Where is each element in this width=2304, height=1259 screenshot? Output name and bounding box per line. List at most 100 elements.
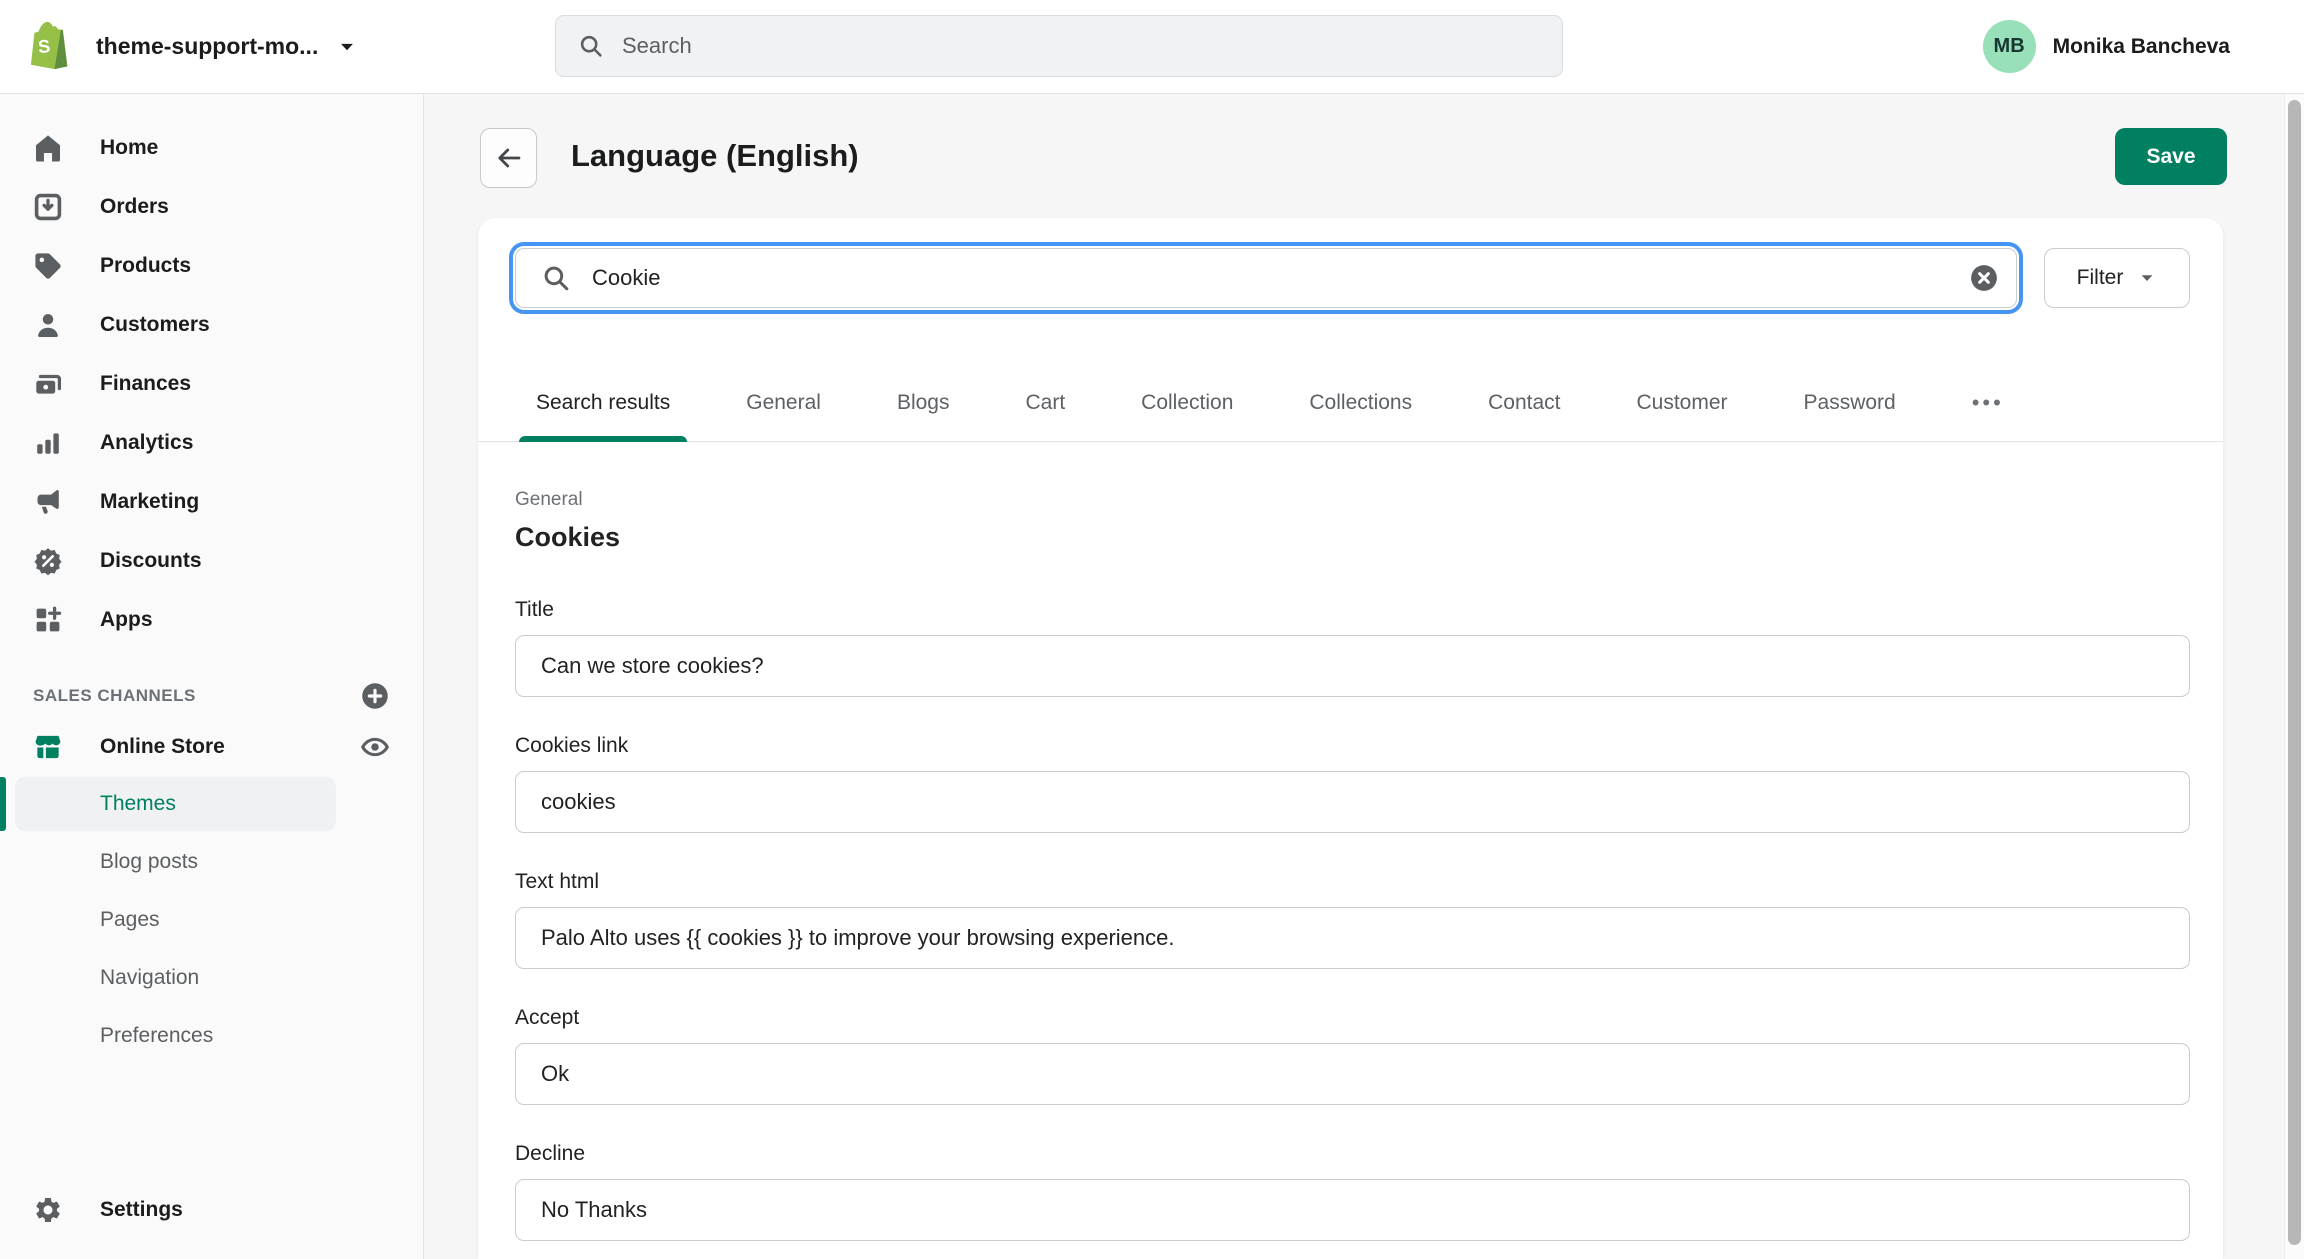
page-scrollbar	[2284, 94, 2304, 1259]
discounts-icon	[33, 546, 63, 576]
tab-search-results[interactable]: Search results	[519, 364, 687, 441]
field-text-html: Text html	[515, 869, 2190, 969]
sidebar-item-label: Products	[100, 254, 191, 278]
svg-text:S: S	[37, 35, 51, 57]
cookies-link-input[interactable]	[515, 771, 2190, 833]
close-circle-icon	[1969, 263, 1999, 293]
products-icon	[33, 251, 63, 281]
shopify-logo-icon: S	[22, 19, 72, 75]
back-button[interactable]	[480, 128, 537, 188]
translations-card: Filter Search results General Blogs Cart…	[478, 218, 2223, 1259]
sidebar-item-online-store[interactable]: Online Store	[0, 719, 423, 775]
sidebar-item-preferences[interactable]: Preferences	[0, 1007, 423, 1065]
sidebar-item-label: Discounts	[100, 549, 202, 573]
gear-icon	[33, 1195, 63, 1225]
sidebar-item-label: Themes	[100, 792, 176, 816]
sidebar-item-discounts[interactable]: Discounts	[0, 531, 423, 590]
sidebar-item-orders[interactable]: Orders	[0, 177, 423, 236]
finances-icon	[33, 369, 63, 399]
search-icon	[578, 33, 604, 59]
field-cookies-link: Cookies link	[515, 733, 2190, 833]
user-name: Monika Bancheva	[2053, 35, 2230, 59]
field-label: Decline	[515, 1141, 2190, 1167]
chevron-down-icon	[336, 36, 358, 58]
add-channel-button[interactable]	[360, 681, 390, 711]
user-menu[interactable]: MB Monika Bancheva	[1983, 0, 2230, 93]
main-content: Language (English) Save Filter	[424, 94, 2284, 1259]
tab-blogs[interactable]: Blogs	[880, 364, 967, 441]
sidebar-item-apps[interactable]: Apps	[0, 590, 423, 649]
accept-input[interactable]	[515, 1043, 2190, 1105]
tab-collection[interactable]: Collection	[1124, 364, 1250, 441]
sidebar-item-home[interactable]: Home	[0, 118, 423, 177]
sidebar-item-label: Apps	[100, 608, 153, 632]
filter-label: Filter	[2077, 266, 2124, 290]
storefront-icon	[33, 732, 63, 762]
field-label: Accept	[515, 1005, 2190, 1031]
field-decline: Decline	[515, 1141, 2190, 1241]
decline-input[interactable]	[515, 1179, 2190, 1241]
clear-search-button[interactable]	[1969, 263, 1999, 293]
tab-collections[interactable]: Collections	[1292, 364, 1429, 441]
sidebar-item-settings[interactable]: Settings	[0, 1180, 422, 1239]
orders-icon	[33, 192, 63, 222]
sidebar: Home Orders Products Customers	[0, 94, 424, 1259]
translation-search-field	[515, 248, 2017, 308]
tab-password[interactable]: Password	[1787, 364, 1913, 441]
page-title: Language (English)	[571, 138, 859, 174]
field-title: Title	[515, 597, 2190, 697]
sidebar-item-label: Analytics	[100, 431, 193, 455]
sidebar-item-finances[interactable]: Finances	[0, 354, 423, 413]
global-search[interactable]	[555, 15, 1563, 77]
sidebar-item-marketing[interactable]: Marketing	[0, 472, 423, 531]
sidebar-item-analytics[interactable]: Analytics	[0, 413, 423, 472]
sidebar-item-label: Pages	[100, 908, 160, 932]
store-name: theme-support-mo...	[96, 33, 318, 60]
sidebar-item-themes[interactable]: Themes	[15, 777, 336, 831]
sidebar-item-customers[interactable]: Customers	[0, 295, 423, 354]
translation-search-row: Filter	[478, 218, 2223, 308]
sidebar-item-label: Preferences	[100, 1024, 213, 1048]
sidebar-item-label: Finances	[100, 372, 191, 396]
tab-contact[interactable]: Contact	[1471, 364, 1577, 441]
sidebar-item-navigation[interactable]: Navigation	[0, 949, 423, 1007]
tab-customer[interactable]: Customer	[1619, 364, 1744, 441]
field-label: Title	[515, 597, 2190, 623]
apps-icon	[33, 605, 63, 635]
global-search-input[interactable]	[622, 33, 1540, 59]
sidebar-item-label: Home	[100, 136, 158, 160]
avatar: MB	[1983, 20, 2036, 73]
active-indicator	[0, 777, 6, 831]
topbar: S theme-support-mo... MB Monika Bancheva	[0, 0, 2304, 94]
tab-bar: Search results General Blogs Cart Collec…	[478, 364, 2223, 442]
scrollbar-thumb[interactable]	[2288, 100, 2301, 1245]
translation-form: General Cookies Title Cookies link Text …	[478, 442, 2223, 1241]
sales-channels-header: SALES CHANNELS	[0, 673, 423, 719]
sidebar-item-label: Blog posts	[100, 850, 198, 874]
translation-search-input[interactable]	[515, 248, 2017, 308]
field-label: Text html	[515, 869, 2190, 895]
save-button[interactable]: Save	[2115, 128, 2227, 185]
store-switcher[interactable]: S theme-support-mo...	[22, 0, 358, 93]
text-html-input[interactable]	[515, 907, 2190, 969]
page-header: Language (English) Save	[424, 94, 2284, 218]
sidebar-item-label: Navigation	[100, 966, 199, 990]
sidebar-item-label: Settings	[100, 1198, 183, 1222]
title-input[interactable]	[515, 635, 2190, 697]
sidebar-item-pages[interactable]: Pages	[0, 891, 423, 949]
sidebar-item-label: Customers	[100, 313, 210, 337]
section-title: Cookies	[515, 522, 2190, 553]
sidebar-item-products[interactable]: Products	[0, 236, 423, 295]
tabs-overflow-button[interactable]: •••	[1955, 364, 2021, 441]
filter-button[interactable]: Filter	[2044, 248, 2190, 308]
tab-general[interactable]: General	[729, 364, 838, 441]
app-root: S theme-support-mo... MB Monika Bancheva	[0, 0, 2304, 1259]
customers-icon	[33, 310, 63, 340]
sales-channels-heading: SALES CHANNELS	[33, 686, 196, 706]
view-store-eye-icon[interactable]	[360, 732, 390, 762]
sidebar-item-blog-posts[interactable]: Blog posts	[0, 833, 423, 891]
home-icon	[33, 133, 63, 163]
tab-cart[interactable]: Cart	[1008, 364, 1082, 441]
analytics-icon	[33, 428, 63, 458]
field-label: Cookies link	[515, 733, 2190, 759]
